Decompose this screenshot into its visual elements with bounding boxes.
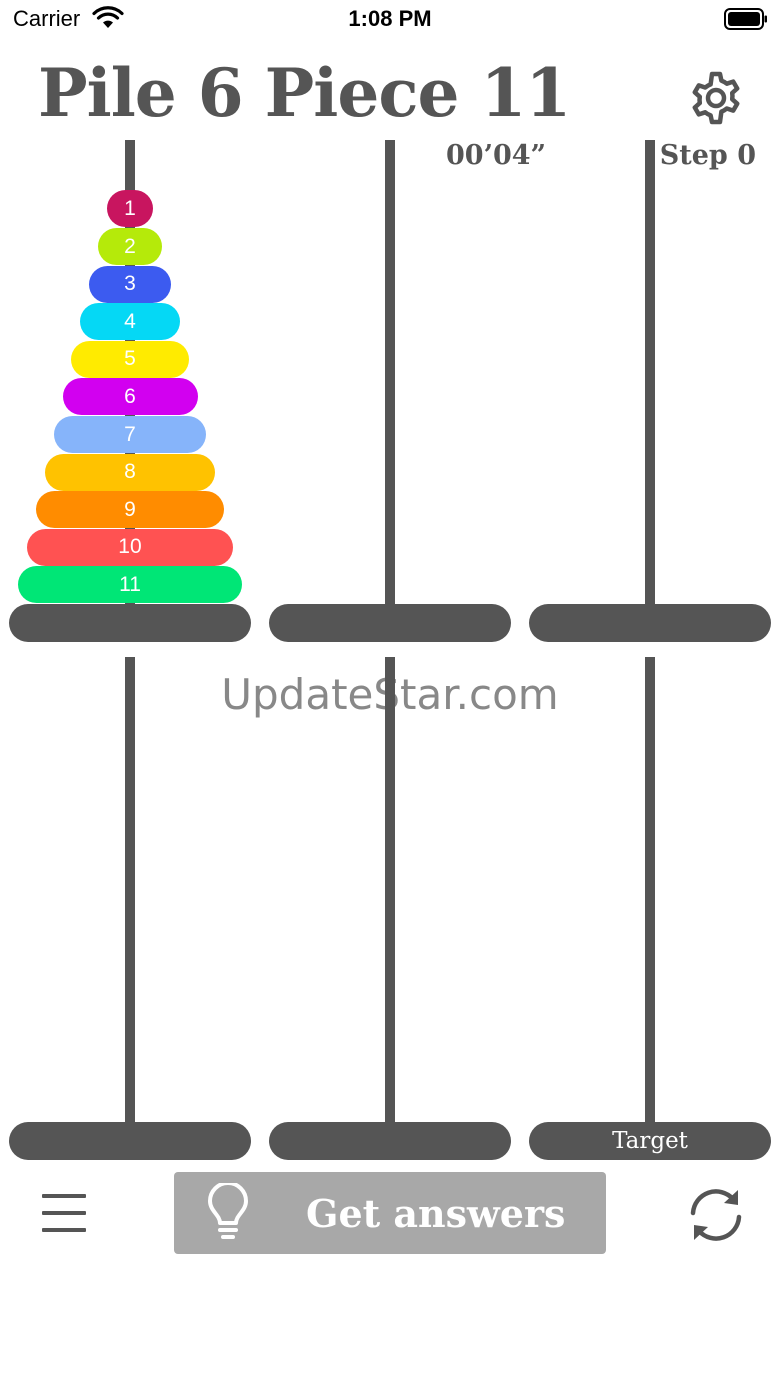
lightbulb-icon [208, 1183, 248, 1239]
disk-3[interactable]: 3 [89, 265, 171, 303]
disk-5[interactable]: 5 [71, 340, 189, 378]
target-label: Target [612, 1128, 688, 1154]
peg-base-target[interactable]: Target [529, 1122, 771, 1160]
disk-8[interactable]: 8 [44, 453, 216, 491]
get-answers-label: Get answers [306, 1190, 566, 1236]
peg-base-top-2[interactable] [269, 604, 511, 642]
gear-icon[interactable] [688, 70, 744, 126]
peg-rod-bottom-1[interactable] [125, 657, 135, 1129]
refresh-icon[interactable] [686, 1186, 746, 1244]
peg-rod-bottom-3[interactable] [645, 657, 655, 1129]
status-bar: Carrier 1:08 PM [0, 0, 780, 40]
hamburger-menu-icon[interactable] [38, 1190, 90, 1236]
disk-9[interactable]: 9 [35, 491, 225, 529]
status-time: 1:08 PM [348, 6, 432, 31]
disk-1[interactable]: 1 [107, 190, 153, 228]
peg-base-top-1[interactable] [9, 604, 251, 642]
disk-11[interactable]: 11 [18, 566, 242, 604]
battery-icon [724, 8, 767, 30]
disk-6[interactable]: 6 [62, 378, 198, 416]
get-answers-button[interactable]: Get answers [174, 1172, 606, 1254]
peg-base-bottom-1[interactable] [9, 1122, 251, 1160]
peg-rod-bottom-2[interactable] [385, 657, 395, 1129]
peg-rod-top-3[interactable] [645, 140, 655, 612]
peg-base-bottom-2[interactable] [269, 1122, 511, 1160]
peg-rod-top-2[interactable] [385, 140, 395, 612]
disk-2[interactable]: 2 [98, 228, 162, 265]
elapsed-timer: 00’04” [446, 140, 547, 171]
page-title: Pile 6 Piece 11 [38, 54, 571, 132]
disk-7[interactable]: 7 [53, 416, 207, 453]
disk-4[interactable]: 4 [80, 303, 180, 341]
disk-10[interactable]: 10 [26, 528, 234, 566]
peg-base-top-3[interactable] [529, 604, 771, 642]
step-counter: Step 0 [659, 140, 756, 171]
